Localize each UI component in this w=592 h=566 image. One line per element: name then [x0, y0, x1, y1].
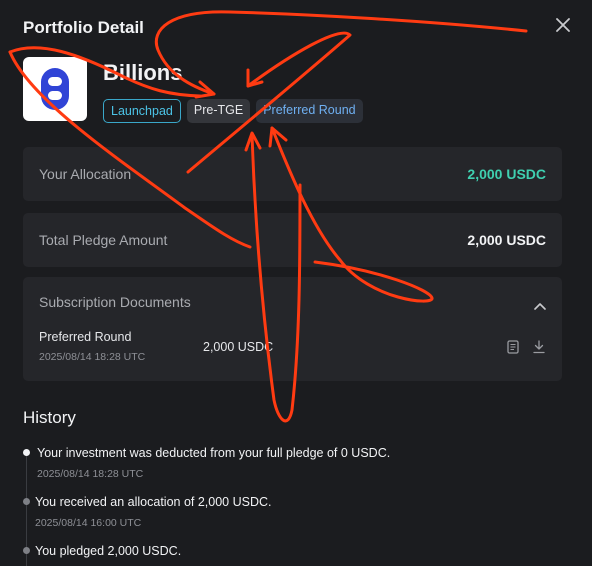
history-item-text: You received an allocation of 2,000 USDC… — [35, 495, 272, 509]
annotation-stroke — [154, 10, 528, 96]
download-document-button[interactable] — [533, 340, 545, 359]
close-icon — [556, 18, 570, 32]
document-name: Preferred Round — [39, 330, 132, 344]
view-document-button[interactable] — [507, 340, 519, 359]
project-tags: Launchpad Pre-TGE Preferred Round — [103, 99, 363, 123]
project-name: Billions — [103, 60, 183, 85]
collapse-toggle[interactable] — [534, 297, 546, 315]
allocation-label: Your Allocation — [39, 166, 132, 182]
subscription-title: Subscription Documents — [39, 294, 191, 310]
allocation-card: Your Allocation 2,000 USDC — [23, 147, 562, 201]
document-icon — [507, 340, 519, 354]
modal-title: Portfolio Detail — [23, 18, 144, 37]
billions-logo-icon — [41, 68, 69, 110]
pledge-value: 2,000 USDC — [467, 232, 546, 248]
tag-preferred-round: Preferred Round — [256, 99, 363, 123]
download-icon — [533, 340, 545, 354]
history-item-date: 2025/08/14 16:00 UTC — [35, 517, 142, 529]
history-title: History — [23, 408, 76, 427]
arrowhead-1 — [194, 80, 216, 99]
timeline-dot — [23, 547, 30, 554]
history-item-text: You pledged 2,000 USDC. — [35, 544, 182, 558]
document-amount: 2,000 USDC — [203, 340, 274, 354]
pledge-label: Total Pledge Amount — [39, 232, 168, 248]
subscription-documents-card: Subscription Documents Preferred Round 2… — [23, 277, 562, 381]
chevron-up-icon — [534, 303, 546, 310]
tag-launchpad: Launchpad — [103, 99, 181, 123]
arrowhead-2 — [246, 68, 264, 88]
portfolio-detail-modal: Portfolio Detail Billions Launchpad Pre-… — [0, 0, 592, 566]
history-item-text: Your investment was deducted from your f… — [37, 446, 391, 460]
timeline-dot — [23, 498, 30, 505]
document-date: 2025/08/14 18:28 UTC — [39, 351, 146, 363]
close-button[interactable] — [552, 14, 574, 36]
project-logo — [23, 57, 87, 121]
history-item-date: 2025/08/14 18:28 UTC — [37, 468, 144, 480]
allocation-value: 2,000 USDC — [467, 166, 546, 182]
arrowhead-3 — [268, 126, 288, 148]
timeline-dot — [23, 449, 30, 456]
tag-pre-tge: Pre-TGE — [186, 99, 251, 123]
pledge-card: Total Pledge Amount 2,000 USDC — [23, 213, 562, 267]
